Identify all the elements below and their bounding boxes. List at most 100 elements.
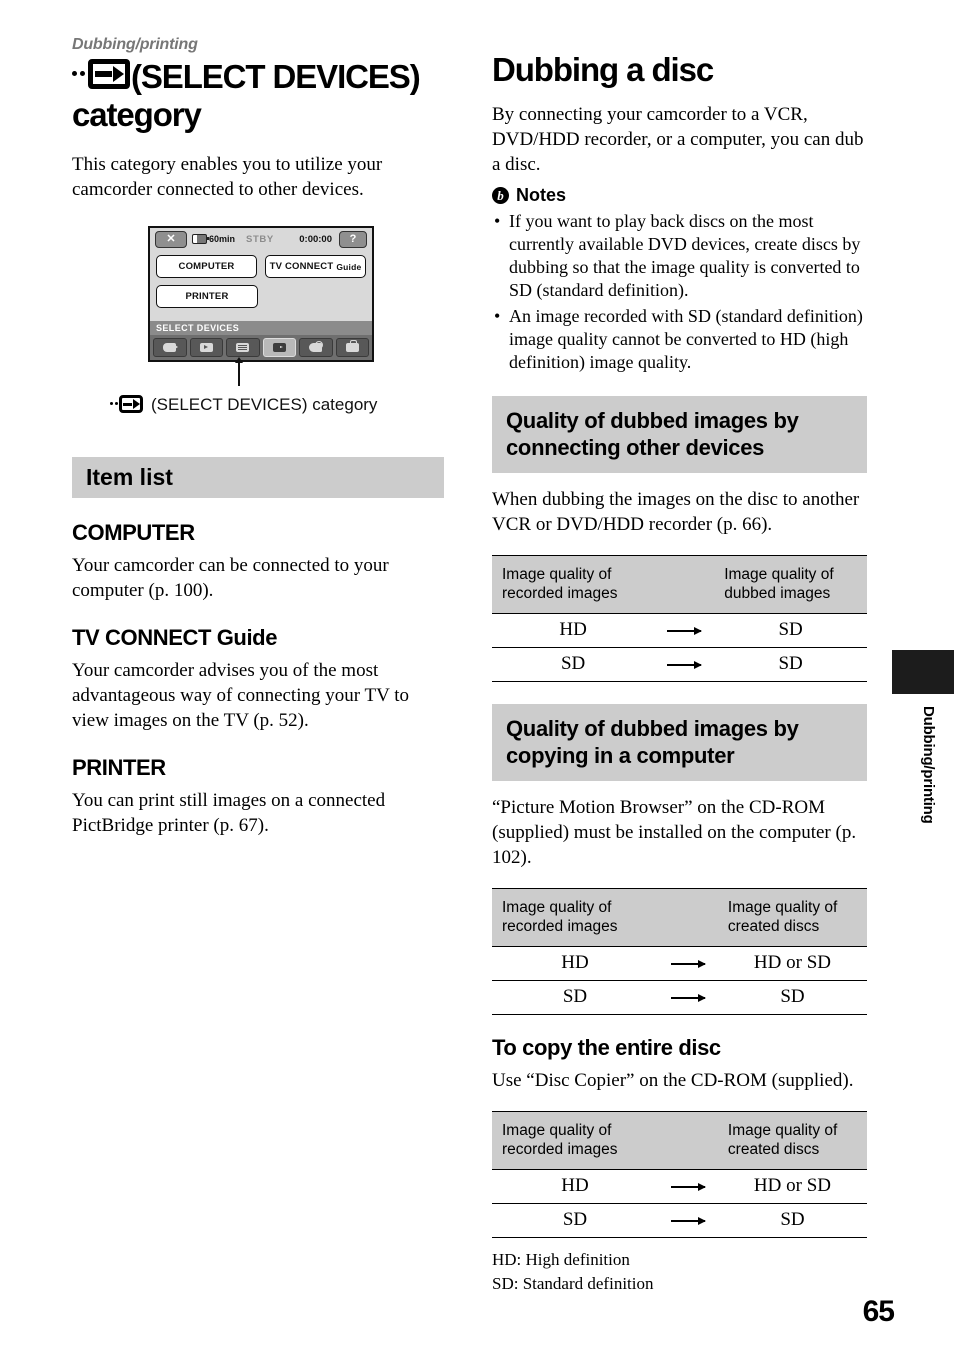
table-col2-header: Image quality of created discs [717, 888, 867, 947]
item-heading-computer: COMPUTER [72, 520, 195, 545]
table-cell-arrow [657, 1203, 718, 1238]
arrow-right-icon [670, 1186, 705, 1188]
table-col2-header: Image quality of created discs [717, 1111, 867, 1170]
notes-icon: b [492, 187, 509, 204]
camera-icon [163, 343, 179, 352]
lcd-item-tv-connect-guide[interactable]: TV CONNECT Guide [265, 255, 366, 278]
arrow-right-icon [667, 664, 702, 666]
help-icon[interactable]: ? [339, 230, 367, 248]
arrow-right-icon [667, 630, 702, 632]
table-cell-arrow [657, 980, 718, 1015]
page-title: (SELECT DEVICES) category [72, 56, 444, 134]
select-devices-tab[interactable] [262, 338, 296, 357]
table-cell-from: SD [492, 1203, 658, 1238]
table-row: SD SD [492, 980, 867, 1015]
toolbox-icon [345, 340, 359, 352]
table-cell-to: SD [714, 647, 867, 682]
legend-hd: HD: High definition [492, 1250, 630, 1269]
left-intro-text: This category enables you to utilize you… [72, 154, 383, 200]
table-row: HD HD or SD [492, 1169, 867, 1204]
view-images-tab[interactable] [189, 338, 223, 357]
battery-time: 60min [209, 234, 236, 244]
chapter-side-label: Dubbing/printing [920, 706, 937, 824]
table-cell-to: SD [717, 980, 867, 1015]
table-cell-from: HD [492, 946, 658, 981]
table-cell-to: SD [714, 613, 867, 648]
note-item: An image recorded with SD (standard defi… [492, 305, 867, 374]
grid-icon [236, 343, 250, 352]
table-cell-arrow [657, 1169, 718, 1204]
lcd-item-computer[interactable]: COMPUTER [156, 255, 257, 278]
table-cell-to: SD [717, 1203, 867, 1238]
table-cell-to: HD or SD [717, 946, 867, 981]
manual-page: Dubbing/printing (SELECT DEVICES) catego… [0, 0, 954, 1357]
close-icon[interactable]: ✕ [155, 230, 187, 248]
notes-heading-text: Notes [516, 185, 567, 205]
item-heading-printer: PRINTER [72, 755, 166, 780]
notes-heading: b Notes [492, 185, 867, 206]
others-tab[interactable] [226, 338, 260, 357]
table-cell-from: HD [492, 613, 655, 648]
running-head: Dubbing/printing [72, 36, 198, 53]
callout-pointer [235, 357, 243, 386]
lcd-menu-row-2: PRINTER [156, 285, 366, 308]
lcd-item-empty [266, 285, 366, 306]
play-icon [199, 343, 213, 352]
section2-body: “Picture Motion Browser” on the CD-ROM (… [492, 797, 857, 868]
select-devices-icon [72, 56, 130, 92]
quality-table-connecting-devices: Image quality of recorded images Image q… [492, 555, 867, 682]
timecode-label: 0:00:00 [299, 233, 332, 245]
table-row: SD SD [492, 1203, 867, 1238]
note-item: If you want to play back discs on the mo… [492, 210, 867, 302]
lcd-caption-text: (SELECT DEVICES) category [151, 394, 378, 414]
table-row: SD SD [492, 647, 867, 682]
table-cell-arrow [654, 647, 715, 682]
select-devices-caption-icon [110, 394, 143, 415]
lcd-menu-row-1: COMPUTER TV CONNECT Guide [156, 255, 366, 278]
page-number: 65 [862, 1295, 895, 1328]
item-body-computer: Your camcorder can be connected to your … [72, 555, 389, 601]
quality-table-copying-computer: Image quality of recorded images Image q… [492, 888, 867, 1015]
table-row: HD SD [492, 613, 867, 648]
arrow-right-icon [670, 1220, 705, 1222]
lcd-screen: ✕ 60min STBY 0:00:00 ? COMPUTER TV CONNE… [148, 226, 374, 362]
lcd-category-label: SELECT DEVICES [150, 321, 372, 335]
section-title-dubbing-a-disc: Dubbing a disc [492, 51, 714, 88]
lcd-item-printer[interactable]: PRINTER [156, 285, 258, 308]
select-devices-tab-icon [272, 343, 286, 352]
battery-icon [192, 234, 209, 244]
edit-tab[interactable] [299, 338, 333, 357]
left-column: Dubbing/printing (SELECT DEVICES) catego… [72, 36, 444, 838]
item-list-heading: Item list [72, 457, 444, 498]
table-col2-header: Image quality of dubbed images [714, 555, 867, 614]
table-cell-from: SD [492, 980, 658, 1015]
right-column: Dubbing a disc By connecting your camcor… [492, 52, 867, 1296]
item-heading-tv-connect-guide: TV CONNECT Guide [72, 625, 278, 650]
camera-tab[interactable] [153, 338, 187, 357]
table-col1-header: Image quality of recorded images [492, 888, 658, 947]
table-cell-from: SD [492, 647, 655, 682]
table-header-row: Image quality of recorded images Image q… [492, 555, 867, 614]
manage-media-tab[interactable] [335, 338, 369, 357]
table-cell-arrow [657, 946, 718, 981]
table-header-row: Image quality of recorded images Image q… [492, 1111, 867, 1170]
battery-indicator: 60min [192, 234, 235, 244]
table-arrow-header [657, 888, 718, 947]
arrow-right-icon [670, 963, 705, 965]
quality-table-entire-disc: Image quality of recorded images Image q… [492, 1111, 867, 1238]
table-col1-header: Image quality of recorded images [492, 1111, 658, 1170]
section-heading-copy-entire-disc: To copy the entire disc [492, 1035, 721, 1060]
section1-body: When dubbing the images on the disc to a… [492, 489, 860, 535]
edit-icon [309, 341, 324, 352]
right-intro-text: By connecting your camcorder to a VCR, D… [492, 104, 864, 175]
lcd-illustration: ✕ 60min STBY 0:00:00 ? COMPUTER TV CONNE… [148, 226, 374, 386]
lcd-caption: (SELECT DEVICES) category [110, 394, 444, 415]
section3-body: Use “Disc Copier” on the CD-ROM (supplie… [492, 1070, 854, 1091]
notes-list: If you want to play back discs on the mo… [492, 210, 867, 374]
lcd-item-tv-connect-label: TV CONNECT [269, 261, 334, 272]
section-heading-copying-in-a-computer: Quality of dubbed images by copying in a… [492, 704, 867, 781]
table-row: HD HD or SD [492, 946, 867, 981]
table-cell-arrow [654, 613, 715, 648]
lcd-status-bar: ✕ 60min STBY 0:00:00 ? [150, 228, 372, 250]
lcd-item-tv-connect-sub: Guide [336, 261, 362, 272]
